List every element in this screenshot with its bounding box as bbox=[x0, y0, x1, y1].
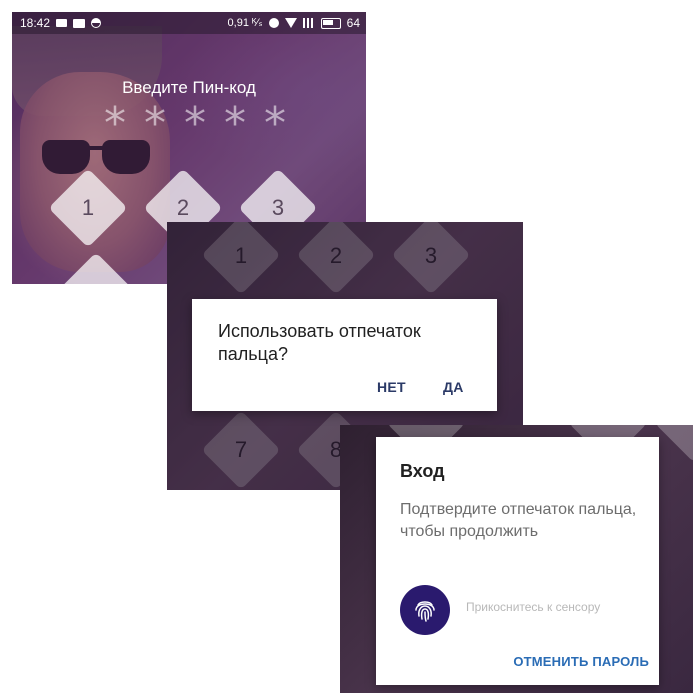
dialog-message: Подтвердите отпечаток пальца, чтобы прод… bbox=[400, 501, 637, 540]
pin-title: Введите Пин-код bbox=[122, 78, 256, 97]
use-fingerprint-dialog: Использовать отпечаток пальца? НЕТ ДА bbox=[192, 299, 497, 411]
battery-icon bbox=[320, 17, 341, 29]
fingerprint-login-screen: Вход Подтвердите отпечаток пальца, чтобы… bbox=[340, 425, 693, 693]
dialog-title: Вход bbox=[400, 461, 445, 481]
status-time: 18:42 bbox=[20, 16, 51, 30]
message-icon bbox=[56, 19, 68, 27]
key-1-label: 1 bbox=[81, 195, 95, 220]
cancel-button[interactable]: ОТМЕНИТЬ bbox=[513, 654, 588, 669]
signal-icon bbox=[302, 18, 315, 28]
fingerprint-icon[interactable] bbox=[400, 585, 450, 635]
pin-dot: * bbox=[144, 98, 166, 149]
pin-dot: * bbox=[264, 98, 286, 149]
no-button[interactable]: НЕТ bbox=[377, 379, 406, 395]
keypad-key[interactable] bbox=[654, 425, 693, 463]
fingerprint-login-dialog: Вход Подтвердите отпечаток пальца, чтобы… bbox=[376, 437, 659, 685]
password-button[interactable]: ПАРОЛЬ bbox=[592, 654, 649, 669]
alarm-icon bbox=[268, 18, 279, 28]
pin-indicator: * * * * * bbox=[100, 98, 290, 149]
pin-dot: * bbox=[224, 98, 246, 149]
touch-sensor-hint: Прикоснитесь к сенсору bbox=[466, 600, 601, 614]
half-circle-icon bbox=[91, 18, 102, 28]
status-battery-level: 64 bbox=[346, 16, 360, 30]
pin-dot: * bbox=[184, 98, 206, 149]
dialog-message: Использовать отпечаток пальца? bbox=[218, 321, 421, 364]
wifi-icon bbox=[284, 18, 297, 28]
status-bar: 18:42 0,91 ᴷ⁄ₛ 64 bbox=[12, 12, 366, 34]
image-icon bbox=[73, 18, 86, 28]
status-data-rate: 0,91 ᴷ⁄ₛ bbox=[227, 17, 263, 29]
yes-button[interactable]: ДА bbox=[443, 379, 464, 395]
pin-dot: * bbox=[104, 98, 126, 149]
dialog-actions: ОТМЕНИТЬ ПАРОЛЬ bbox=[513, 654, 649, 669]
